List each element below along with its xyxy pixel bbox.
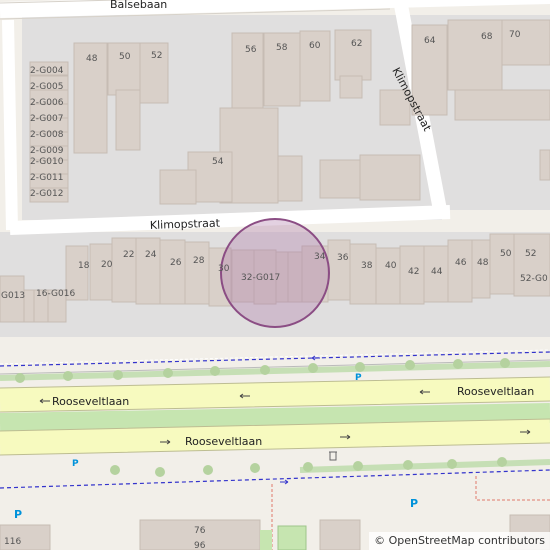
house-number: 2-G009 <box>30 146 64 156</box>
house-number: 64 <box>424 36 436 46</box>
house-number: 96 <box>194 541 206 550</box>
house-number: 56 <box>245 45 257 55</box>
house-number: 52 <box>525 249 536 259</box>
house-number: 50 <box>500 249 512 259</box>
street-rooseveltlaan-north: Rooseveltlaan <box>52 395 129 408</box>
house-number: 2-G011 <box>30 173 63 183</box>
house-number: 18 <box>78 261 90 271</box>
house-number: 34 <box>314 252 326 262</box>
house-number: 42 <box>408 267 419 277</box>
house-number: 70 <box>509 30 521 40</box>
house-number: 52 <box>151 51 162 61</box>
house-number: 68 <box>481 32 493 42</box>
house-number: 16-G016 <box>36 289 75 299</box>
map-canvas[interactable]: Balsebaan Klimopstraat Klimopstraat Roos… <box>0 0 550 550</box>
green-area-left <box>260 530 272 550</box>
house-number: 52-G0 <box>520 274 548 284</box>
house-number: 2-G004 <box>30 66 64 76</box>
house-number: 2-G007 <box>30 114 63 124</box>
parking-icon: P <box>72 459 79 469</box>
house-number: 22 <box>123 250 134 260</box>
green-square <box>277 525 307 550</box>
bicycle-parking-icon: P <box>14 508 22 521</box>
house-number: 2-G012 <box>30 189 63 199</box>
street-rooseveltlaan-south: Rooseveltlaan <box>185 435 262 448</box>
house-number: 24 <box>145 250 157 260</box>
house-number: 40 <box>385 261 397 271</box>
house-number: 20 <box>101 260 113 270</box>
house-number: G013 <box>1 291 25 301</box>
house-number: 50 <box>119 52 131 62</box>
road-south-lane <box>0 419 550 455</box>
house-number: 46 <box>455 258 467 268</box>
house-number: 54 <box>212 157 224 167</box>
parking-icon: P <box>355 373 362 383</box>
house-number: 48 <box>86 54 98 64</box>
house-number: 48 <box>477 258 489 268</box>
house-number: 2-G010 <box>30 157 64 167</box>
street-balsebaan: Balsebaan <box>110 0 167 11</box>
map-attribution[interactable]: © OpenStreetMap contributors <box>369 532 550 550</box>
house-number: 2-G005 <box>30 82 63 92</box>
green-strip-south <box>299 459 550 473</box>
house-number: 76 <box>194 526 206 536</box>
house-number: 62 <box>351 39 362 49</box>
house-number: 38 <box>361 261 373 271</box>
house-number: 2-G008 <box>30 130 64 140</box>
house-number: 28 <box>193 256 205 266</box>
house-number: 58 <box>276 43 288 53</box>
house-number: 30 <box>218 264 230 274</box>
street-klimopstraat: Klimopstraat <box>150 217 221 232</box>
balsebaan-road <box>0 0 550 18</box>
bicycle-parking-icon: P <box>410 497 418 510</box>
house-number: 60 <box>309 41 321 51</box>
house-number: 44 <box>431 267 443 277</box>
waste-basket-icon <box>329 451 337 461</box>
house-number: 26 <box>170 258 182 268</box>
house-number: 116 <box>4 537 21 547</box>
left-road <box>2 19 18 231</box>
house-number: 32-G017 <box>241 273 280 283</box>
street-rooseveltlaan-east: Rooseveltlaan <box>457 385 534 398</box>
house-number: 2-G006 <box>30 98 64 108</box>
house-number: 36 <box>337 253 349 263</box>
